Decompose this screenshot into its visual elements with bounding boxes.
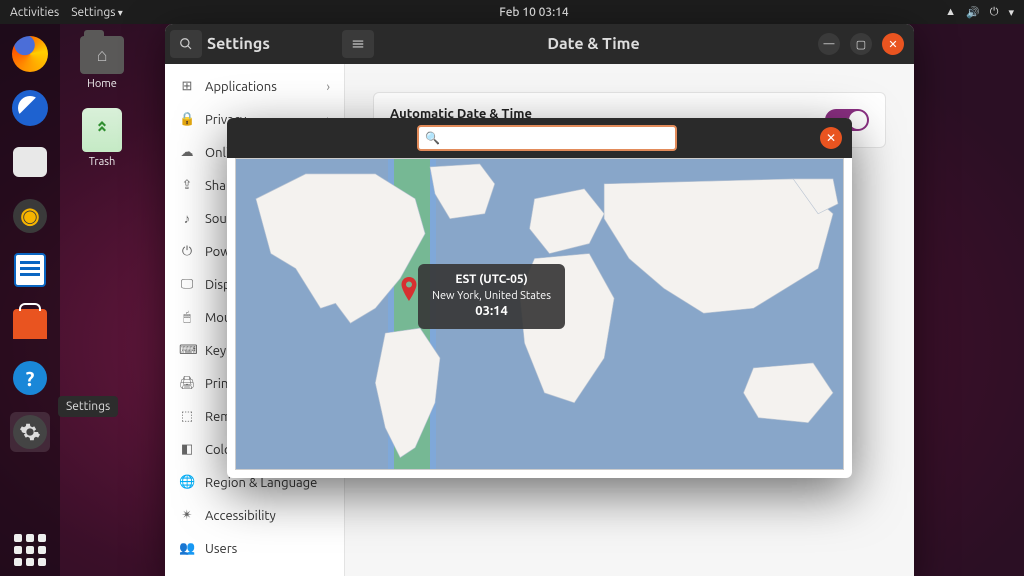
thunderbird-icon: [12, 90, 48, 126]
dock-files[interactable]: [10, 142, 50, 182]
header-sidebar-title: Settings: [207, 35, 337, 53]
timezone-dialog-close-button[interactable]: ✕: [820, 127, 842, 149]
sidebar-item-label: Applications: [205, 80, 277, 94]
sidebar-item-icon: 🖵: [179, 277, 195, 292]
libreoffice-writer-icon: [14, 253, 46, 287]
dock-settings[interactable]: [10, 412, 50, 452]
sidebar-item-icon: 👥: [179, 541, 195, 556]
sidebar-item-icon: ⌨: [179, 343, 195, 358]
clock[interactable]: Feb 10 03:14: [123, 6, 945, 19]
firefox-icon: [12, 36, 48, 72]
dock: ◉ ?: [0, 24, 60, 576]
settings-headerbar: Settings Date & Time — ▢ ✕: [165, 24, 914, 64]
sidebar-item-label: Users: [205, 542, 237, 556]
sidebar-item-icon: ⇪: [179, 178, 195, 193]
timezone-tooltip: EST (UTC-05) New York, United States 03:…: [418, 264, 565, 329]
app-menu[interactable]: Settings: [71, 6, 123, 19]
ubuntu-software-icon: [13, 309, 47, 339]
show-applications-button[interactable]: [12, 532, 48, 568]
sidebar-item-applications[interactable]: ⊞ Applications ›: [165, 70, 344, 103]
network-icon[interactable]: ▲: [945, 6, 956, 18]
timezone-search-field[interactable]: 🔍: [417, 125, 677, 151]
trash-icon: [82, 108, 122, 152]
dock-tooltip: Settings: [58, 396, 118, 417]
desktop-trash-label: Trash: [72, 156, 132, 168]
activities-button[interactable]: Activities: [10, 6, 59, 19]
timezone-tooltip-tz: EST (UTC-05): [455, 273, 527, 286]
sidebar-item-icon: ⬚: [179, 409, 195, 424]
sidebar-item-icon: 🔒: [179, 112, 195, 127]
dock-libreoffice[interactable]: [10, 250, 50, 290]
sidebar-item-accessibility[interactable]: ✴ Accessibility: [165, 499, 344, 532]
header-page-title: Date & Time: [379, 35, 808, 53]
search-icon: [179, 37, 193, 51]
dock-help[interactable]: ?: [10, 358, 50, 398]
sidebar-item-icon: ♪: [179, 211, 195, 226]
header-search-button[interactable]: [170, 30, 202, 58]
sidebar-item-users[interactable]: 👥 Users: [165, 532, 344, 565]
sidebar-item-label: Accessibility: [205, 509, 276, 523]
sidebar-item-icon: ◧: [179, 442, 195, 457]
window-minimize-button[interactable]: —: [818, 33, 840, 55]
sidebar-item-icon: ☁: [179, 145, 195, 160]
desktop-icons: ⌂ Home Trash: [72, 36, 132, 168]
timezone-tooltip-time: 03:14: [475, 304, 508, 318]
sidebar-item-icon: ⏻: [179, 244, 195, 259]
timezone-tooltip-location: New York, United States: [432, 290, 551, 302]
sidebar-item-icon: 🌐: [179, 475, 195, 490]
sidebar-item-icon: 🖱: [179, 310, 195, 325]
dock-software[interactable]: [10, 304, 50, 344]
power-icon[interactable]: ⏻: [990, 6, 999, 19]
help-icon: ?: [13, 361, 47, 395]
files-icon: [13, 147, 47, 177]
hamburger-icon: [351, 37, 365, 51]
search-icon: 🔍: [425, 131, 440, 145]
timezone-dialog: 🔍 ✕: [227, 118, 852, 478]
timezone-dialog-header: 🔍 ✕: [227, 118, 852, 158]
header-menu-button[interactable]: [342, 30, 374, 58]
sidebar-item-icon: ✴: [179, 508, 195, 523]
timezone-search-input[interactable]: [446, 131, 669, 145]
system-menu-chevron-icon[interactable]: ▾: [1008, 6, 1014, 19]
desktop-trash[interactable]: Trash: [72, 108, 132, 168]
sidebar-item-icon: 🖨: [179, 376, 195, 391]
gnome-top-bar: Activities Settings Feb 10 03:14 ▲ 🔊 ⏻ ▾: [0, 0, 1024, 24]
dock-rhythmbox[interactable]: ◉: [10, 196, 50, 236]
chevron-right-icon: ›: [326, 80, 330, 94]
settings-icon: [13, 415, 47, 449]
window-maximize-button[interactable]: ▢: [850, 33, 872, 55]
volume-icon[interactable]: 🔊: [966, 6, 980, 19]
sidebar-item-icon: ⊞: [179, 79, 195, 94]
timezone-map[interactable]: EST (UTC-05) New York, United States 03:…: [235, 158, 844, 470]
rhythmbox-icon: ◉: [13, 199, 47, 233]
home-folder-icon: ⌂: [80, 36, 124, 74]
desktop-home-label: Home: [72, 78, 132, 90]
dock-thunderbird[interactable]: [10, 88, 50, 128]
window-close-button[interactable]: ✕: [882, 33, 904, 55]
dock-firefox[interactable]: [10, 34, 50, 74]
desktop-home[interactable]: ⌂ Home: [72, 36, 132, 90]
